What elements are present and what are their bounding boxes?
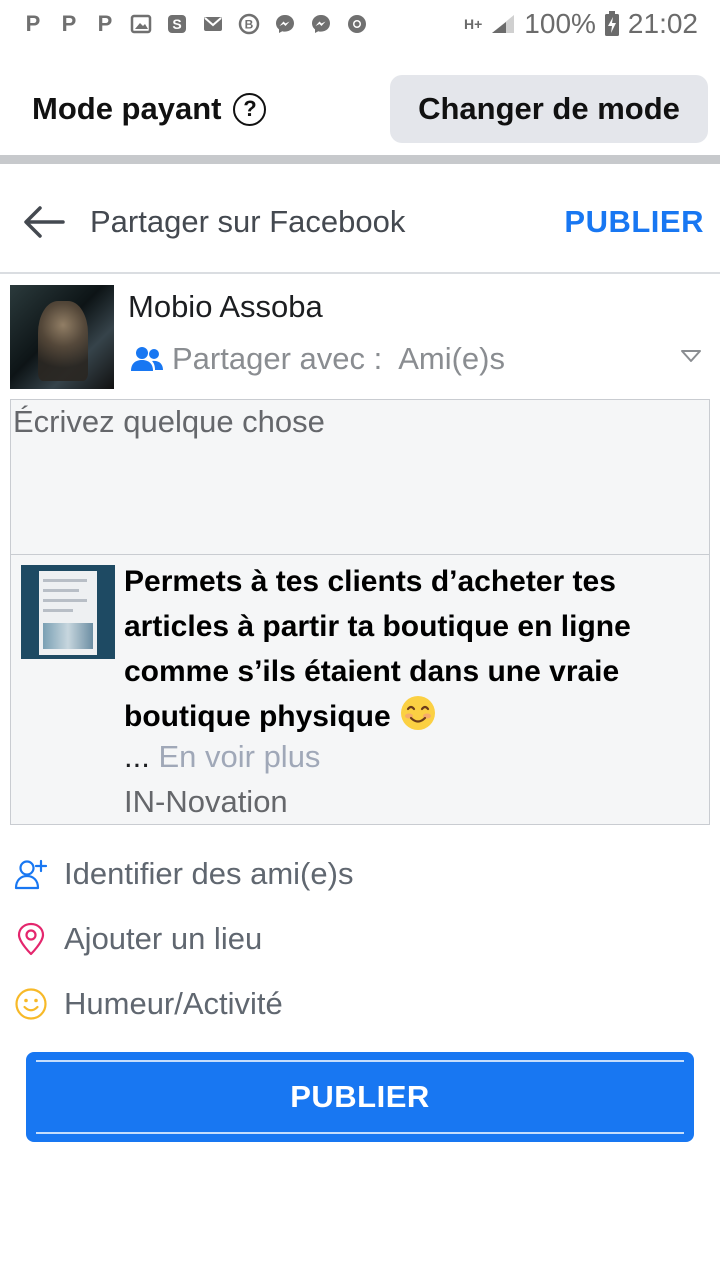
status-bar: P P P S B H+ 100% 21:02 [0, 0, 720, 48]
publish-button-label: PUBLIER [290, 1079, 430, 1114]
header-divider [0, 272, 720, 274]
network-type: H+ [464, 16, 483, 32]
notification-icons: P P P S B [22, 11, 368, 36]
avatar[interactable] [10, 285, 114, 389]
messenger-icon [274, 13, 296, 35]
author-row: Mobio Assoba Partager avec : Ami(e)s [10, 285, 720, 389]
thumbnail-image [43, 623, 93, 649]
post-placeholder: Écrivez quelque chose [13, 404, 325, 439]
see-more-row: ... En voir plus [124, 739, 320, 775]
change-mode-button[interactable]: Changer de mode [390, 75, 708, 143]
svg-text:B: B [245, 18, 254, 32]
audience-selector[interactable]: Partager avec : Ami(e)s [130, 341, 505, 377]
audience-value: Ami(e)s [398, 341, 505, 376]
mode-bar: Mode payant ? Changer de mode [0, 62, 720, 156]
preview-text: Permets à tes clients d’acheter tes arti… [124, 559, 704, 745]
friends-icon [131, 347, 163, 371]
mode-title-text: Mode payant [32, 91, 222, 126]
back-arrow-icon[interactable] [22, 200, 66, 244]
tag-friends-icon [14, 857, 48, 891]
preview-source: IN-Novation [124, 784, 288, 819]
preview-text-body: Permets à tes clients d’acheter tes arti… [124, 565, 631, 733]
smiley-icon [14, 987, 48, 1021]
chrome-icon [346, 13, 368, 35]
preview-thumbnail [21, 565, 115, 659]
publish-button[interactable]: PUBLIER [26, 1052, 694, 1142]
p-icon: P [61, 11, 77, 36]
thumbnail-line [43, 609, 73, 612]
p-icon: P [97, 11, 113, 36]
skype-icon: S [166, 13, 188, 35]
battery-percent: 100% [524, 8, 596, 39]
mode-divider [0, 155, 720, 164]
messenger-icon [310, 13, 332, 35]
tag-friends-label: Identifier des ami(e)s [64, 856, 354, 891]
location-icon [14, 922, 48, 956]
audience-label: Partager avec : [172, 341, 383, 376]
thumbnail-line [43, 589, 79, 592]
author-name: Mobio Assoba [128, 289, 323, 324]
image-icon [130, 13, 152, 35]
button-highlight-line [36, 1132, 684, 1134]
svg-text:S: S [172, 16, 181, 32]
battery-icon [604, 11, 619, 36]
tag-friends-action[interactable]: Identifier des ami(e)s [0, 846, 720, 902]
signal-icon [492, 15, 515, 33]
smiling-emoji-icon [399, 694, 437, 745]
help-icon[interactable]: ? [233, 92, 267, 126]
thumbnail-line [43, 599, 87, 602]
add-location-action[interactable]: Ajouter un lieu [0, 911, 720, 967]
add-location-label: Ajouter un lieu [64, 921, 263, 956]
thumbnail-line [43, 579, 87, 582]
button-highlight-line [36, 1060, 684, 1062]
clock: 21:02 [627, 8, 698, 39]
ellipsis: ... [124, 739, 150, 774]
avatar-figure [38, 301, 88, 381]
b-icon: B [238, 13, 260, 35]
mood-activity-label: Humeur/Activité [64, 986, 283, 1021]
p-icon: P [25, 11, 41, 36]
see-more-link[interactable]: En voir plus [158, 739, 320, 774]
system-status: H+ 100% 21:02 [464, 8, 698, 40]
mode-title: Mode payant ? [32, 91, 267, 127]
mail-icon [202, 13, 224, 35]
post-text-field[interactable]: Écrivez quelque chose [10, 399, 710, 554]
page-title: Partager sur Facebook [90, 204, 406, 239]
share-header: Partager sur Facebook PUBLIER [0, 172, 720, 272]
mood-activity-action[interactable]: Humeur/Activité [0, 976, 720, 1032]
chevron-down-icon[interactable] [680, 349, 702, 368]
link-preview[interactable]: Permets à tes clients d’acheter tes arti… [10, 554, 710, 825]
publish-header-button[interactable]: PUBLIER [564, 204, 704, 240]
